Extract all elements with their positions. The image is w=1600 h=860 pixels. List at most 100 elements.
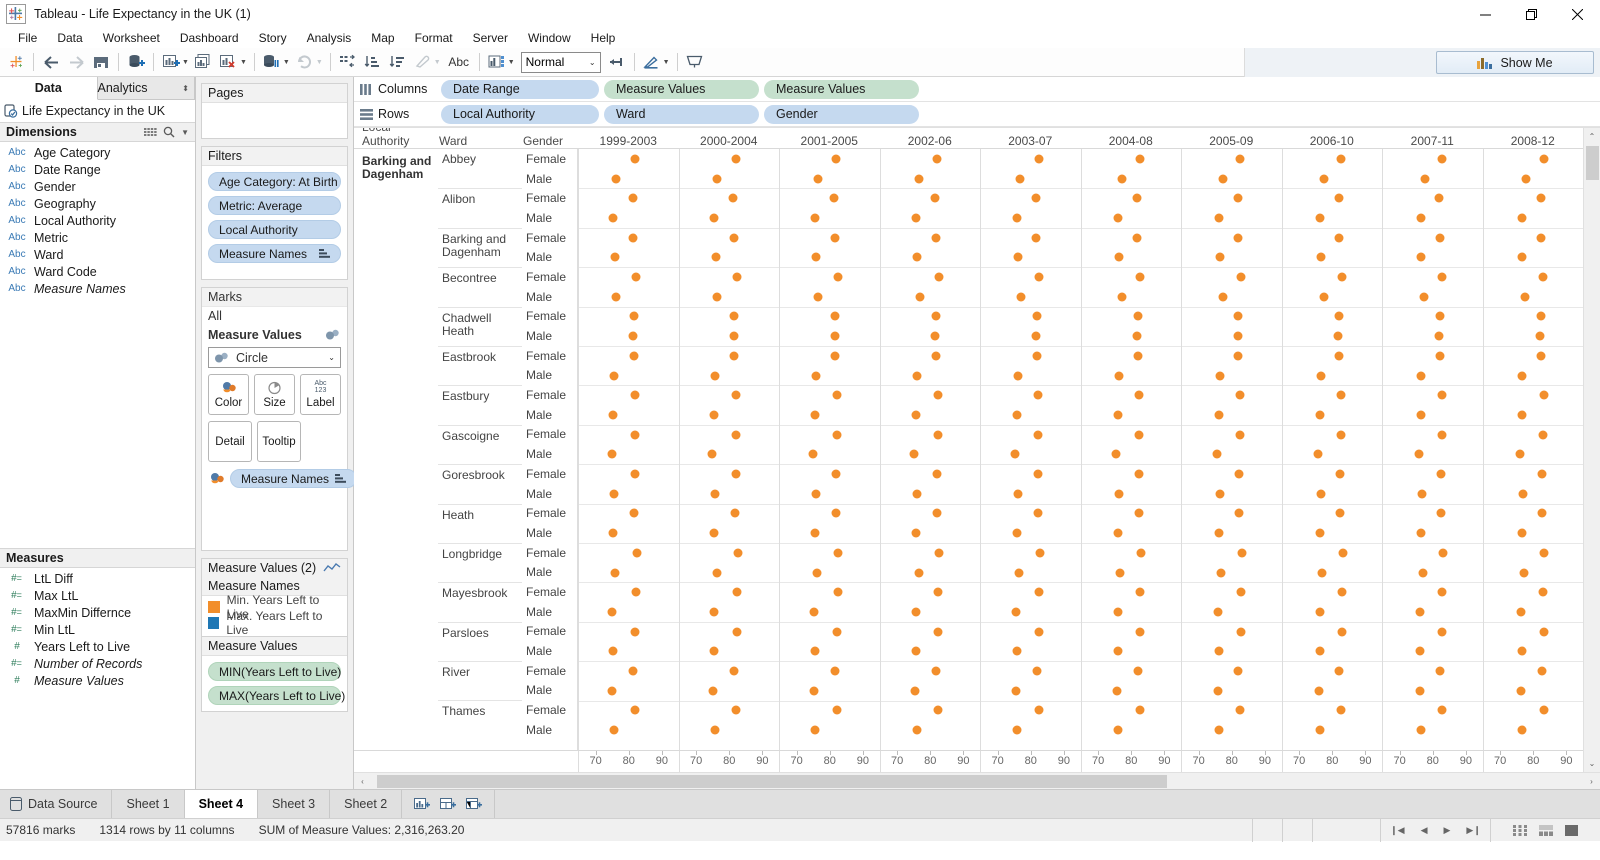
data-point[interactable] — [1437, 272, 1447, 282]
dimension-gender[interactable]: Abc Gender — [0, 178, 195, 195]
data-point[interactable] — [1212, 449, 1222, 459]
data-point[interactable] — [1013, 252, 1023, 262]
data-point[interactable] — [1012, 646, 1022, 656]
data-point[interactable] — [830, 331, 840, 341]
dimension-local-authority[interactable]: Abc Local Authority — [0, 212, 195, 229]
columns-pill-date-range[interactable]: Date Range — [441, 79, 599, 99]
data-point[interactable] — [1033, 469, 1043, 479]
data-point[interactable] — [1313, 449, 1323, 459]
data-point[interactable] — [808, 449, 818, 459]
data-point[interactable] — [831, 154, 841, 164]
gender-cell[interactable]: Female — [522, 267, 577, 287]
data-point[interactable] — [628, 193, 638, 203]
gender-cell[interactable]: Male — [522, 720, 577, 740]
data-point[interactable] — [731, 469, 741, 479]
ward-cell[interactable]: Longbridge — [438, 542, 522, 582]
menu-file[interactable]: File — [8, 29, 47, 47]
data-point[interactable] — [1033, 430, 1043, 440]
data-point[interactable] — [1436, 508, 1446, 518]
data-point[interactable] — [933, 587, 943, 597]
ward-cell[interactable]: Eastbury — [438, 385, 522, 424]
measure-maxmin-differnce[interactable]: # MaxMin Differnce — [0, 604, 195, 621]
data-point[interactable] — [1233, 351, 1243, 361]
data-point[interactable] — [610, 568, 620, 578]
data-point[interactable] — [1333, 331, 1343, 341]
data-point[interactable] — [1015, 174, 1025, 184]
color-button[interactable]: Color — [208, 374, 249, 415]
data-point[interactable] — [1336, 390, 1346, 400]
data-point[interactable] — [1334, 311, 1344, 321]
data-point[interactable] — [1135, 587, 1145, 597]
gender-cell[interactable]: Female — [522, 661, 577, 681]
measure-number-of-records[interactable]: # Number of Records — [0, 655, 195, 672]
dimension-measure-names[interactable]: Abc Measure Names — [0, 280, 195, 297]
rows-pill-gender[interactable]: Gender — [764, 104, 919, 124]
data-point[interactable] — [1415, 646, 1425, 656]
data-point[interactable] — [1034, 627, 1044, 637]
plot-column[interactable] — [1181, 149, 1282, 750]
data-point[interactable] — [1539, 627, 1549, 637]
data-point[interactable] — [712, 568, 722, 578]
show-me-button[interactable]: Show Me — [1436, 51, 1594, 74]
pause-updates-icon[interactable] — [260, 50, 284, 74]
dimension-age-category[interactable]: Abc Age Category — [0, 144, 195, 161]
data-point[interactable] — [630, 469, 640, 479]
dimension-geography[interactable]: Abc Geography — [0, 195, 195, 212]
data-point[interactable] — [1437, 390, 1447, 400]
gender-cell[interactable]: Male — [522, 366, 577, 386]
data-point[interactable] — [1215, 371, 1225, 381]
filmstrip-view-icon[interactable] — [1539, 824, 1553, 836]
data-point[interactable] — [1113, 410, 1123, 420]
data-point[interactable] — [1438, 548, 1448, 558]
data-point[interactable] — [1420, 174, 1430, 184]
data-point[interactable] — [610, 252, 620, 262]
data-point[interactable] — [1233, 233, 1243, 243]
data-point[interactable] — [609, 725, 619, 735]
data-point[interactable] — [831, 508, 841, 518]
data-point[interactable] — [1315, 410, 1325, 420]
ward-cell[interactable]: Barking and Dagenham — [438, 227, 522, 267]
search-icon[interactable] — [163, 126, 175, 138]
filter-pill-metric[interactable]: Metric: Average — [208, 196, 341, 215]
data-point[interactable] — [1013, 489, 1023, 499]
plot-column[interactable] — [1382, 149, 1483, 750]
data-point[interactable] — [1416, 528, 1426, 538]
rows-pill-local-authority[interactable]: Local Authority — [441, 104, 599, 124]
data-point[interactable] — [1215, 489, 1225, 499]
data-point[interactable] — [1335, 469, 1345, 479]
tab-data[interactable]: Data — [0, 77, 98, 100]
data-point[interactable] — [1135, 272, 1145, 282]
data-point[interactable] — [833, 587, 843, 597]
data-point[interactable] — [1234, 469, 1244, 479]
menu-analysis[interactable]: Analysis — [297, 29, 362, 47]
date-range-header[interactable]: 2006-10 — [1282, 134, 1383, 148]
vertical-scroll-thumb[interactable] — [1585, 146, 1599, 180]
data-point[interactable] — [1012, 528, 1022, 538]
gender-cell[interactable]: Female — [522, 188, 577, 208]
tab-sheet-2[interactable]: Sheet 2 — [330, 790, 403, 818]
data-point[interactable] — [708, 686, 718, 696]
data-point[interactable] — [1416, 371, 1426, 381]
data-point[interactable] — [832, 430, 842, 440]
data-point[interactable] — [1133, 666, 1143, 676]
close-button[interactable] — [1554, 0, 1600, 28]
data-point[interactable] — [933, 430, 943, 440]
sort-descending-icon[interactable] — [386, 50, 410, 74]
filter-pill-measure-names[interactable]: Measure Names — [208, 244, 341, 263]
data-point[interactable] — [630, 154, 640, 164]
gender-cell[interactable]: Male — [522, 484, 577, 504]
menu-server[interactable]: Server — [463, 29, 518, 47]
data-point[interactable] — [1236, 587, 1246, 597]
previous-page-icon[interactable]: ◀ — [1421, 825, 1428, 836]
data-point[interactable] — [1114, 489, 1124, 499]
data-point[interactable] — [1538, 272, 1548, 282]
data-point[interactable] — [1436, 469, 1446, 479]
data-point[interactable] — [1419, 292, 1429, 302]
date-range-header[interactable]: 2002-06 — [880, 134, 981, 148]
data-point[interactable] — [1032, 666, 1042, 676]
data-point[interactable] — [709, 607, 719, 617]
date-range-header[interactable]: 2001-2005 — [779, 134, 880, 148]
data-point[interactable] — [1537, 508, 1547, 518]
data-point[interactable] — [1334, 351, 1344, 361]
data-point[interactable] — [809, 686, 819, 696]
